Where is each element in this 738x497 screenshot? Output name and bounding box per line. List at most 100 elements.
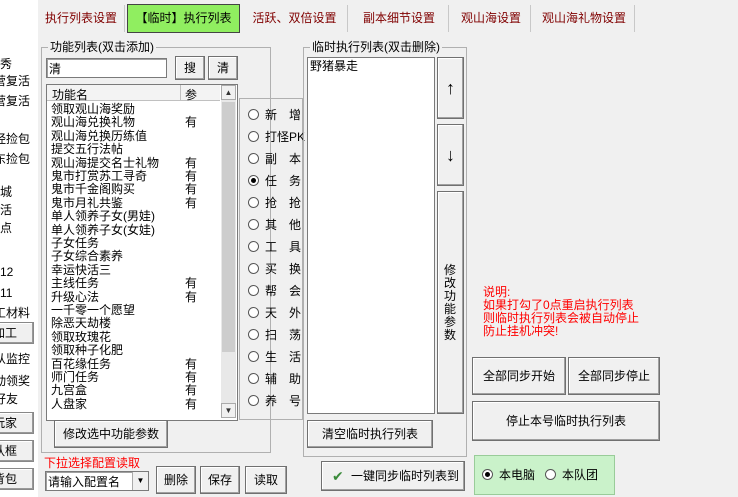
function-row[interactable]: 观山海提交名士礼物 有 — [49, 155, 219, 170]
function-row[interactable]: 鬼市月礼共鉴 有 — [49, 196, 219, 210]
function-row[interactable]: 主线任务 有 — [49, 277, 219, 290]
radio-checked-icon — [248, 175, 259, 187]
function-row-name: 人盘家 — [51, 396, 88, 411]
scope-this-pc[interactable]: 本电脑 — [482, 467, 535, 483]
function-row[interactable]: 观山海兑换历练值 — [49, 129, 219, 143]
category-radio[interactable]: 抢 抢 — [248, 195, 301, 211]
scroll-thumb[interactable] — [222, 102, 235, 352]
column-header-name[interactable]: 功能名 — [52, 86, 88, 103]
radio-unchecked-icon — [248, 109, 259, 121]
function-row-name: 百花缘任务 — [51, 356, 112, 371]
category-label: 任 务 — [265, 174, 302, 188]
category-radio[interactable]: 任 务 — [248, 173, 301, 189]
category-label: 生 活 — [265, 350, 302, 364]
left-item: 营复活 — [0, 94, 31, 108]
clear-temp-list-button[interactable]: 清空临时执行列表 — [307, 420, 433, 448]
chevron-down-icon[interactable]: ▼ — [132, 472, 148, 490]
function-search-input[interactable] — [46, 58, 167, 78]
modify-selected-params-button[interactable]: 修改选中功能参数 — [54, 420, 168, 448]
save-config-button[interactable]: 保存 — [200, 466, 240, 494]
tab-execution-list-settings[interactable]: 执行列表设置 — [38, 5, 125, 32]
temp-list-group: 临时执行列表(双击删除) 野猪暴走 ↑ ↓ 修改功能参数 清空临时执行列表 — [303, 40, 467, 457]
category-radio[interactable]: 其 他 — [248, 217, 301, 233]
config-select[interactable]: 请输入配置名 ▼ — [45, 471, 149, 491]
stop-all-button[interactable]: 全部同步停止 — [568, 357, 660, 395]
scope-this-team[interactable]: 本队团 — [545, 467, 598, 483]
function-row[interactable]: 鬼市千金阁购买 有 — [49, 183, 219, 196]
radio-unchecked-icon — [248, 241, 259, 253]
function-list-scrollbar[interactable]: ▲ ▼ — [221, 85, 236, 418]
function-row[interactable]: 幸运快活三 — [49, 262, 219, 277]
category-radio[interactable]: 生 活 — [248, 349, 301, 365]
column-header-param[interactable]: 参 — [185, 86, 197, 103]
function-row[interactable]: 单人领养子女(女娃) — [49, 223, 219, 237]
clear-search-button[interactable]: 清 — [208, 56, 238, 80]
move-up-button[interactable]: ↑ — [437, 57, 464, 119]
left-item: 经捡包 — [0, 132, 31, 146]
category-radio[interactable]: 副 本 — [248, 151, 301, 167]
temp-list-item[interactable]: 野猪暴走 — [310, 60, 358, 73]
radio-unchecked-icon — [248, 307, 259, 319]
left-item: 12 — [0, 265, 14, 279]
temp-list[interactable]: 野猪暴走 — [307, 57, 435, 414]
category-radio[interactable]: 养 号 — [248, 393, 301, 409]
category-radio[interactable]: 新 增 — [248, 107, 301, 123]
category-radio[interactable]: 扫 荡 — [248, 327, 301, 343]
function-row[interactable]: 除恶天劫楼 — [49, 317, 219, 330]
left-button[interactable]: 队框 — [0, 440, 34, 462]
function-row-name: 领取种子化肥 — [51, 343, 124, 358]
function-row[interactable]: 提交五行法帖 — [49, 143, 219, 156]
radio-unchecked-icon — [248, 131, 259, 143]
function-row[interactable]: 单人领养子女(男娃) — [49, 210, 219, 223]
category-radio[interactable]: 天 外 — [248, 305, 301, 321]
category-label: 打怪PK — [265, 130, 306, 144]
tab-activity-double[interactable]: 活跃、双倍设置 — [242, 5, 348, 32]
category-label: 养 号 — [265, 394, 302, 408]
function-row[interactable]: 升级心法 有 — [49, 290, 219, 304]
scroll-up-button[interactable]: ▲ — [221, 85, 236, 100]
function-row[interactable]: 领取种子化肥 — [49, 344, 219, 357]
left-button[interactable]: 玩家 — [0, 412, 34, 434]
radio-unchecked-icon — [248, 197, 259, 209]
function-row[interactable]: 人盘家 有 — [49, 396, 219, 411]
left-item: 城 — [0, 185, 13, 199]
modify-params-label: 修改功能参数 — [444, 263, 457, 342]
category-label: 辅 助 — [265, 372, 302, 386]
scroll-down-button[interactable]: ▼ — [221, 403, 236, 418]
read-config-button[interactable]: 读取 — [245, 466, 287, 494]
radio-unchecked-icon — [248, 153, 259, 165]
start-all-button[interactable]: 全部同步开始 — [472, 357, 566, 395]
function-row-name: 幸运快活三 — [51, 262, 112, 277]
function-list-legend: 功能列表(双击添加) — [48, 40, 156, 54]
function-row[interactable]: 子女综合素养 — [49, 250, 219, 263]
modify-params-button[interactable]: 修改功能参数 — [437, 191, 464, 414]
function-row[interactable]: 九宫盒 有 — [49, 384, 219, 397]
stop-this-account-button[interactable]: 停止本号临时执行列表 — [472, 401, 660, 441]
move-down-button[interactable]: ↓ — [437, 124, 464, 186]
tab-guanshanhai-gift[interactable]: 观山海礼物设置 — [534, 5, 635, 32]
category-radio[interactable]: 工 具 — [248, 239, 301, 255]
function-row-name: 九宫盒 — [51, 383, 88, 398]
function-list[interactable]: 功能名 参 领取观山海奖励 观山海兑换礼物有观山海兑换历练值 提交五行法帖 观山海提交… — [46, 84, 238, 421]
delete-config-button[interactable]: 删除 — [156, 466, 196, 494]
function-row-param: 有 — [185, 182, 198, 197]
search-button[interactable]: 搜 — [175, 56, 205, 80]
tab-dungeon-details[interactable]: 副本细节设置 — [350, 5, 449, 32]
function-row[interactable]: 观山海兑换礼物 有 — [49, 116, 219, 129]
function-row[interactable]: 领取玫瑰花 — [49, 330, 219, 344]
function-row-name: 鬼市千金阁购买 — [51, 182, 136, 197]
category-radio[interactable]: 打怪PK — [248, 129, 305, 145]
function-row-param: 有 — [185, 155, 198, 170]
function-row-name: 提交五行法帖 — [51, 142, 124, 157]
category-radio[interactable]: 买 换 — [248, 261, 301, 277]
left-item: 东捡包 — [0, 152, 31, 166]
left-button[interactable]: 加工 — [0, 322, 34, 344]
tab-temp-execution-list[interactable]: 【临时】执行列表 — [127, 4, 240, 33]
left-item: 从监控 — [0, 352, 31, 366]
sync-temp-list-button[interactable]: ✔ 一键同步临时列表到 — [321, 461, 465, 491]
category-radio[interactable]: 辅 助 — [248, 371, 301, 387]
function-row[interactable]: 百花缘任务 有 — [49, 356, 219, 371]
tab-guanshanhai-settings[interactable]: 观山海设置 — [452, 5, 531, 32]
category-radio[interactable]: 帮 会 — [248, 283, 301, 299]
left-button[interactable]: 背包 — [0, 468, 34, 490]
